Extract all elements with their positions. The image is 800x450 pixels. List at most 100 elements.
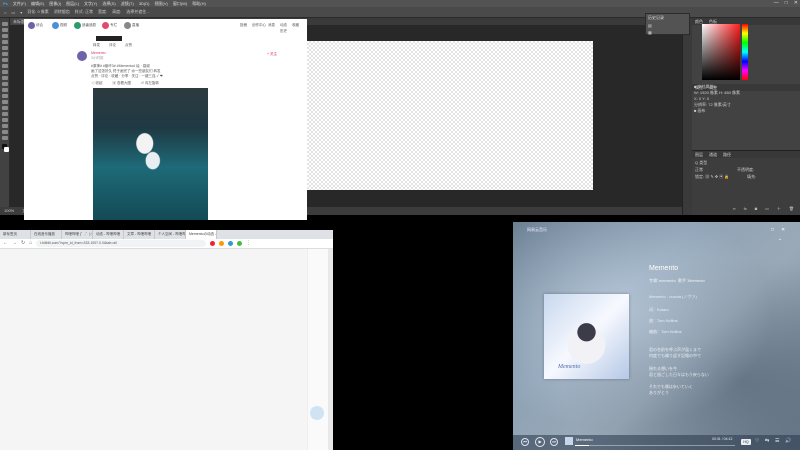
album-cover[interactable] [544, 294, 629, 379]
browser-tab-active[interactable]: Mementoの动态 - 哔哩 [186, 230, 217, 239]
header-link[interactable]: 消息 [268, 23, 275, 28]
album-link[interactable]: memento [659, 278, 676, 283]
menu-filter[interactable]: 滤镜(T) [121, 0, 134, 7]
close-button[interactable]: ✕ [794, 0, 798, 7]
menu-file[interactable]: 文件(F) [13, 0, 26, 7]
color-picker-field[interactable] [702, 24, 740, 80]
avatar[interactable] [28, 22, 35, 29]
menu-3d[interactable]: 3D(D) [139, 0, 150, 7]
move-tool-icon[interactable] [2, 22, 8, 26]
maximize-icon[interactable]: □ [771, 227, 774, 233]
fill-field[interactable]: 填充: [747, 174, 756, 180]
next-button[interactable]: ⏭ [550, 438, 558, 446]
select-mask-button[interactable]: 选择并遮住... [126, 9, 149, 15]
tab-channels[interactable]: 通道 [709, 151, 717, 158]
brush-tool-icon[interactable] [2, 64, 8, 68]
antialias-checkbox[interactable]: 消除锯齿 [54, 9, 70, 15]
history-brush-tool-icon[interactable] [2, 76, 8, 80]
image-tool-button[interactable]: ◁ 收起 [91, 81, 102, 87]
style-select[interactable]: 样式: 正常 [75, 9, 93, 15]
menu-select[interactable]: 选择(S) [102, 0, 115, 7]
forward-icon[interactable]: → [12, 240, 17, 247]
extension-icon[interactable] [237, 241, 243, 246]
zoom-level[interactable]: 100% [4, 207, 14, 215]
quality-badge[interactable]: HQ [741, 439, 751, 445]
home-icon[interactable]: ⌂ [29, 240, 32, 247]
avatar[interactable] [77, 51, 87, 61]
link-icon[interactable]: ∞ [733, 206, 736, 214]
filter-tab-live[interactable]: 直播 [132, 23, 139, 28]
avatar[interactable] [74, 22, 81, 29]
menu-layer[interactable]: 图层(L) [66, 0, 79, 7]
filter-tab-article[interactable]: 专栏 [110, 23, 117, 28]
blur-tool-icon[interactable] [2, 94, 8, 98]
feather-field[interactable]: 羽化: 0 像素 [27, 9, 49, 15]
url-input[interactable]: t.bilibili.com/?spm_id_from=333.1007.0.0… [36, 240, 207, 247]
marquee-tool-icon[interactable] [2, 28, 8, 32]
scrollbar[interactable] [328, 249, 333, 450]
previous-button[interactable]: ⏮ [521, 438, 529, 446]
filter-tab-bangumi[interactable]: 追番追剧 [82, 23, 96, 28]
browser-tab[interactable]: 在线音乐播放 [31, 230, 62, 239]
browser-tab[interactable]: 新标签页 [0, 230, 31, 239]
fx-icon[interactable]: fx [744, 206, 747, 214]
new-layer-icon[interactable]: ＋ [777, 206, 781, 214]
menu-image[interactable]: 图像(I) [49, 0, 61, 7]
width-field[interactable]: 宽度: [98, 9, 107, 15]
header-link[interactable]: 投稿 [240, 23, 247, 28]
back-icon[interactable]: ← [3, 240, 8, 247]
mini-cover[interactable] [565, 437, 573, 445]
home-icon[interactable]: ⌂ [4, 10, 6, 15]
follow-button[interactable]: + 关注 [267, 52, 277, 57]
ps-logo[interactable]: Ps [3, 0, 8, 7]
action-forward[interactable]: 转发 [93, 43, 100, 48]
post-image-anime-character[interactable] [93, 88, 208, 220]
menu-help[interactable]: 帮助(H) [192, 0, 206, 7]
magic-wand-tool-icon[interactable] [2, 40, 8, 44]
extension-icon[interactable] [210, 241, 216, 246]
tab-layers[interactable]: 图层 [695, 151, 703, 158]
progress-track[interactable] [575, 445, 735, 446]
tab-paths[interactable]: 路径 [723, 151, 731, 158]
crop-tool-icon[interactable] [2, 46, 8, 50]
action-comment[interactable]: 评论 [109, 43, 116, 48]
browser-tab[interactable]: 动态 - 哔哩哔哩 [93, 230, 124, 239]
text-tool-icon[interactable] [2, 112, 8, 116]
bilibili-mascot-icon[interactable] [310, 406, 324, 420]
trash-icon[interactable]: 🗑 [789, 206, 794, 214]
extension-icon[interactable] [219, 241, 225, 246]
menu-window[interactable]: 窗口(W) [173, 0, 187, 7]
history-item[interactable]: ▦ [646, 29, 689, 36]
header-link[interactable]: 历史 [280, 29, 287, 34]
menu-edit[interactable]: 编辑(E) [31, 0, 44, 7]
menu-type[interactable]: 文字(Y) [84, 0, 97, 7]
header-link[interactable]: 动态 [280, 23, 287, 28]
extension-icon[interactable] [228, 241, 234, 246]
media-thumb[interactable] [96, 36, 122, 41]
gradient-tool-icon[interactable] [2, 88, 8, 92]
blend-mode-select[interactable]: 正常 [695, 167, 703, 173]
like-icon[interactable]: ♡ [755, 438, 759, 444]
background-color-swatch[interactable] [4, 147, 9, 152]
volume-icon[interactable]: 🔊 [785, 438, 791, 444]
eraser-tool-icon[interactable] [2, 82, 8, 86]
marquee-icon[interactable]: ▭ [11, 10, 15, 15]
shuffle-icon[interactable]: ⇆ [765, 438, 769, 444]
pen-tool-icon[interactable] [2, 106, 8, 110]
avatar[interactable] [52, 22, 59, 29]
image-tool-button[interactable]: ↺ 向左旋转 [141, 81, 159, 87]
image-tool-button[interactable]: ▣ 查看大图 [112, 81, 130, 87]
hue-slider[interactable] [742, 24, 748, 80]
zoom-tool-icon[interactable] [2, 136, 8, 140]
close-icon[interactable]: ✕ [781, 227, 785, 233]
hand-tool-icon[interactable] [2, 130, 8, 134]
chevron-down-icon[interactable]: ▾ [20, 10, 22, 15]
filter-tab-video[interactable]: 视频 [60, 23, 67, 28]
playlist-icon[interactable]: ☰ [775, 438, 779, 444]
eyedropper-tool-icon[interactable] [2, 52, 8, 56]
filter-tab-all[interactable]: 综合 [36, 23, 43, 28]
reload-icon[interactable]: ↻ [21, 240, 25, 247]
new-group-icon[interactable]: ▭ [765, 206, 769, 214]
path-select-tool-icon[interactable] [2, 118, 8, 122]
browser-tab[interactable]: 文章 - 哔哩哔哩 [124, 230, 155, 239]
